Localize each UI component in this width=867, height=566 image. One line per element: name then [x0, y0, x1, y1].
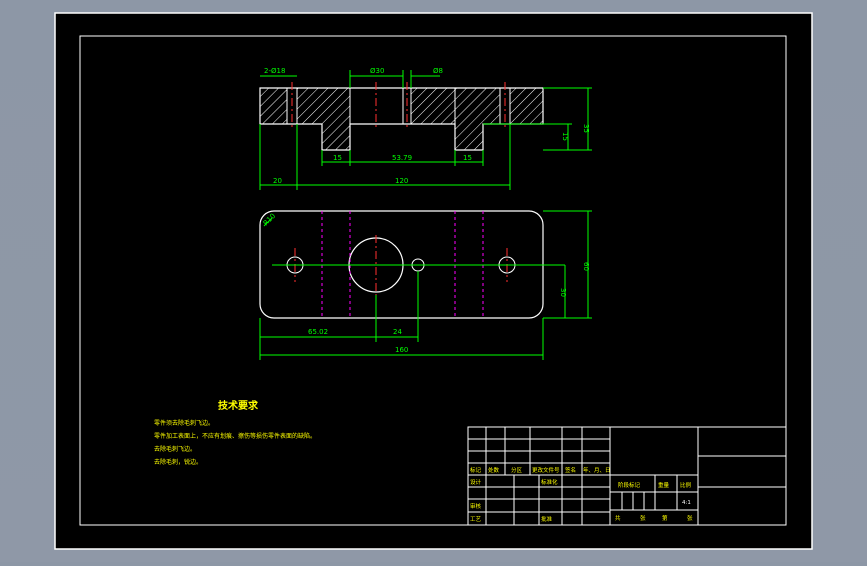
dim-left-gap: 15 [333, 154, 342, 162]
dim-height-total: 35 [582, 124, 590, 133]
note-line: 零件加工表面上，不应有划痕、擦伤等损伤零件表面的缺陷。 [154, 432, 316, 440]
tb-scale: 比例 [680, 481, 692, 489]
dim-pin-offset: 24 [393, 328, 402, 336]
dim-slot-width: 53.79 [392, 154, 412, 162]
dim-bore-dia: Ø30 [370, 67, 384, 75]
notes-title: 技术要求 [218, 399, 259, 412]
dim-right-gap: 15 [463, 154, 472, 162]
dim-left-offset: 20 [273, 177, 282, 185]
tb-design: 设计 [470, 478, 482, 486]
dim-pin-dia: Ø8 [433, 67, 443, 75]
tb-scale-value: 4:1 [682, 500, 691, 506]
tb-sheet: 张 [687, 514, 693, 522]
tb-change-doc: 更改文件号 [532, 466, 560, 474]
tb-process: 工艺 [470, 516, 482, 523]
tb-date: 年、月、日 [583, 466, 611, 474]
tb-weight: 重量 [658, 481, 670, 489]
dim-height-lower: 15 [561, 132, 569, 141]
note-line: 去除毛刺飞边。 [154, 445, 196, 453]
tb-sheets: 张 [640, 514, 646, 522]
dim-overall-length: 120 [395, 177, 408, 185]
tb-mark: 标记 [470, 466, 482, 474]
note-line: 零件须去除毛刺飞边。 [154, 419, 214, 427]
dim-holes-note: 2-Ø18 [264, 67, 285, 75]
tb-approve: 批准 [541, 515, 553, 523]
dim-width: 60 [582, 262, 590, 271]
tb-zone: 分区 [511, 466, 523, 474]
drawing-canvas: 2-Ø18 Ø30 Ø8 35 15 15 53.79 15 20 120 R1… [54, 12, 813, 550]
tb-review: 审核 [470, 502, 482, 510]
tb-page: 第 [662, 514, 668, 522]
note-line: 去除毛刺，锐边。 [154, 458, 202, 466]
tb-sign: 签名 [565, 466, 576, 474]
cad-viewport[interactable]: 2-Ø18 Ø30 Ø8 35 15 15 53.79 15 20 120 R1… [0, 0, 867, 562]
tb-standardize: 标准化 [541, 478, 558, 486]
dim-bore-pos: 65.02 [308, 328, 328, 336]
dim-overall: 160 [395, 346, 408, 354]
tb-total: 共 [615, 514, 621, 522]
dim-half-width: 30 [559, 288, 567, 297]
tb-stage-mark: 阶段标记 [618, 481, 641, 489]
tb-count: 处数 [488, 466, 500, 474]
